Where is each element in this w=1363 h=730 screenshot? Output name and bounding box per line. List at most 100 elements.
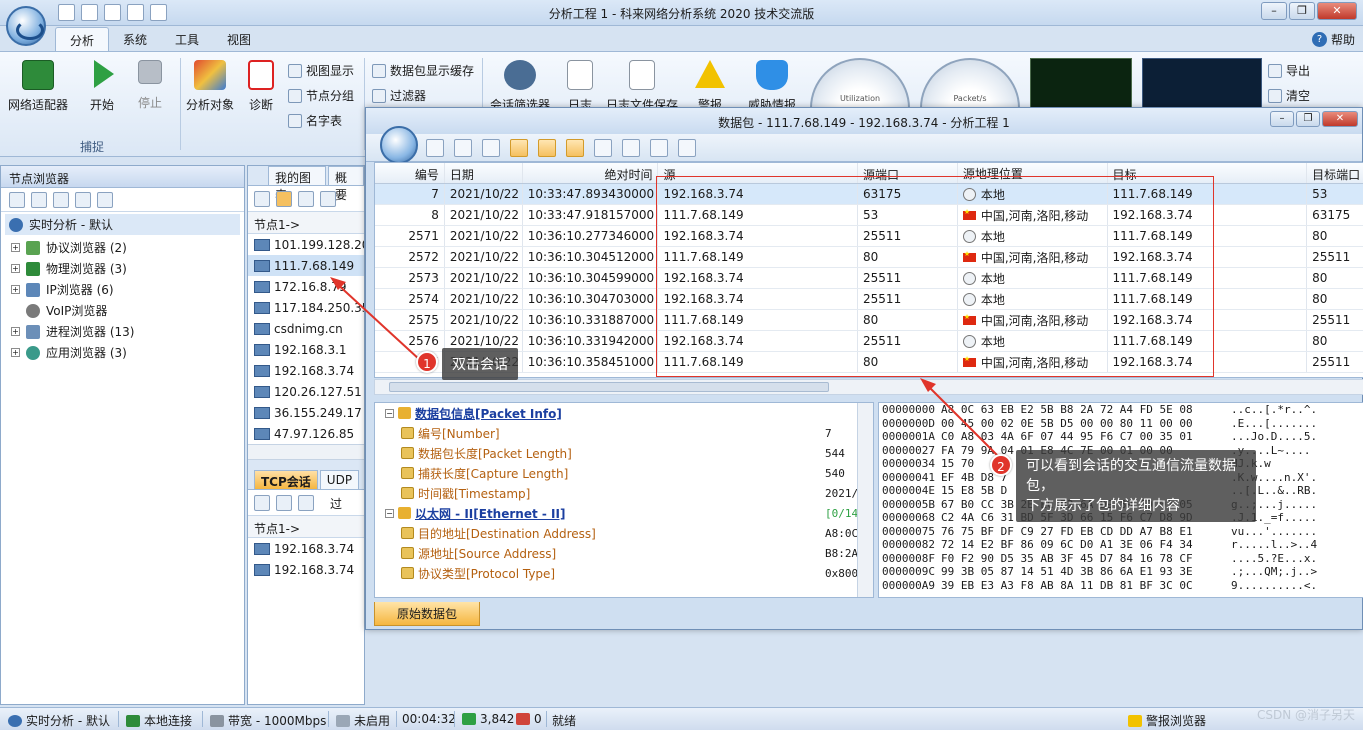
node-row[interactable]: 172.16.8.79 [248,276,364,297]
collapse-icon[interactable]: − [385,408,394,418]
hex-view-icon[interactable] [566,138,584,157]
tab-udp-session[interactable]: UDP [319,470,360,489]
hex-row[interactable]: 00000075 76 75 BF DF C9 27 FD EB CD DD A7… [879,525,1363,539]
tree-item-application[interactable]: + 应用浏览器 (3) [1,342,244,363]
decode-scrollbar[interactable] [857,403,873,597]
filter-icon[interactable] [298,191,314,207]
group-icon[interactable] [53,192,69,208]
node-row[interactable]: csdnimg.cn [248,318,364,339]
status-connection[interactable]: 本地连接 [126,712,192,729]
save-icon[interactable] [254,495,270,511]
decode-field[interactable]: 协议类型[Protocol Type] 0x800 [375,563,873,583]
close-button[interactable]: ✕ [1317,2,1357,20]
adapter-button[interactable]: 网络适配器 [6,60,70,113]
tab-tools[interactable]: 工具 [161,27,213,51]
decode-field[interactable]: 编号[Number] 7 [375,423,873,443]
node-list-scrollbar[interactable] [248,444,364,460]
refresh-icon[interactable] [298,495,314,511]
save-icon[interactable] [426,138,444,157]
hex-row[interactable]: 0000000D 00 45 00 02 0E 5B D5 00 00 80 11… [879,417,1363,431]
decode-field[interactable]: 数据包长度[Packet Length] 544 [375,443,873,463]
filter-icon[interactable] [31,192,47,208]
node-row[interactable]: 192.168.3.74 [248,360,364,381]
tree-root-realtime[interactable]: 实时分析 - 默认 [5,214,240,235]
settings-icon[interactable] [97,192,113,208]
collapse-icon[interactable]: − [385,508,394,518]
filter-button[interactable]: 过滤器 [372,87,426,104]
hex-row[interactable]: 0000001A C0 A8 03 4A 6F 07 44 95 F6 C7 00… [879,430,1363,444]
hex-row[interactable]: 00000082 72 14 E2 BF 86 09 6C D0 A1 3E 06… [879,538,1363,552]
clear-button[interactable]: 清空 [1268,87,1310,104]
log-save-button[interactable]: 日志文件保存 [604,60,680,113]
tab-system[interactable]: 系统 [109,27,161,51]
packet-cache-button[interactable]: 数据包显示缓存 [372,62,474,79]
hex-row[interactable]: 0000008F F0 F2 90 D5 35 AB 3F 45 D7 84 16… [879,552,1363,566]
detail-view-icon[interactable] [538,138,556,157]
analysis-object-button[interactable]: 分析对象 [184,60,236,113]
tree-item-voip[interactable]: VoIP浏览器 [1,300,244,321]
tab-summary[interactable]: 概要 [328,166,364,202]
expand-icon[interactable]: + [11,348,20,357]
session-row[interactable]: 192.168.3.74 [248,559,364,580]
save-icon[interactable] [254,191,270,207]
filter-icon[interactable] [276,495,292,511]
tree-item-ip[interactable]: + IP浏览器 (6) [1,279,244,300]
node-icon[interactable] [276,191,292,207]
node-row[interactable]: 192.168.3.1 [248,339,364,360]
status-mode[interactable]: 实时分析 - 默认 [8,712,110,729]
node-row[interactable]: 117.184.250.35 [248,297,364,318]
session-filter-button[interactable]: 会话筛选器 [490,60,550,113]
filter-icon[interactable] [622,138,640,157]
status-filter[interactable]: 未启用 [336,712,390,729]
list-view-icon[interactable] [510,138,528,157]
expand-icon[interactable]: + [11,327,20,336]
tab-raw-packet[interactable]: 原始数据包 [374,602,481,626]
decode-section[interactable]: − 以太网 - II[Ethernet - II] [0/14 [375,503,873,523]
minimize-button[interactable]: – [1261,2,1287,20]
node-row[interactable]: 36.155.249.17 [248,402,364,423]
minimize-button[interactable]: – [1270,111,1294,127]
maximize-button[interactable]: ❐ [1296,111,1320,127]
forward-arrow-icon[interactable] [482,138,500,157]
hex-row[interactable]: 0000009C 99 3B 05 87 14 51 4D 3B 86 6A E1… [879,565,1363,579]
decode-field[interactable]: 目的地址[Destination Address] A8:0C [375,523,873,543]
col-number[interactable]: 编号 [375,163,445,183]
tab-analysis[interactable]: 分析 [55,27,110,51]
tree-item-process[interactable]: + 进程浏览器 (13) [1,321,244,342]
decode-field[interactable]: 源地址[Source Address] B8:2A [375,543,873,563]
session-row[interactable]: 192.168.3.74 [248,538,364,559]
scroll-thumb[interactable] [389,382,829,392]
col-destination-port[interactable]: 目标端口 [1307,163,1363,183]
col-time[interactable]: 绝对时间 [523,163,659,183]
packet-table-scrollbar[interactable] [374,379,1363,395]
tab-my-charts[interactable]: 我的图表 [268,166,326,202]
node-group-button[interactable]: 节点分组 [288,87,354,104]
decode-section[interactable]: − 数据包信息[Packet Info] [375,403,873,423]
start-button[interactable]: 开始 [82,60,122,113]
expand-icon[interactable]: + [11,243,20,252]
decode-field[interactable]: 捕获长度[Capture Length] 540 [375,463,873,483]
diagnosis-button[interactable]: 诊断 [244,60,278,113]
node-row[interactable]: 47.97.126.85 [248,423,364,444]
alarm-icon[interactable] [75,192,91,208]
threat-button[interactable]: 威胁情报 [744,60,800,113]
app-logo-icon[interactable] [6,6,46,46]
back-arrow-icon[interactable] [454,138,472,157]
node-row[interactable]: 111.7.68.149 [248,255,364,276]
name-table-button[interactable]: 名字表 [288,112,342,129]
hex-row[interactable]: 00000000 A8 0C 63 EB E2 5B B8 2A 72 A4 FD… [879,403,1363,417]
status-bandwidth[interactable]: 带宽 - 1000Mbps [210,712,326,729]
expand-icon[interactable]: + [11,285,20,294]
log-button[interactable]: 日志 [562,60,598,113]
export-button[interactable]: 导出 [1268,62,1310,79]
node-row[interactable]: 101.199.128.200 [248,234,364,255]
expand-icon[interactable]: + [11,264,20,273]
alarm-button[interactable]: 警报 [690,60,730,113]
view-display-button[interactable]: 视图显示 [288,62,354,79]
tree-item-physical[interactable]: + 物理浏览器 (3) [1,258,244,279]
export-icon[interactable] [678,138,696,157]
maximize-button[interactable]: ❐ [1289,2,1315,20]
add-icon[interactable] [9,192,25,208]
close-button[interactable]: ✕ [1322,111,1358,127]
alarm-browser-button[interactable]: 警报浏览器 [1128,712,1206,729]
